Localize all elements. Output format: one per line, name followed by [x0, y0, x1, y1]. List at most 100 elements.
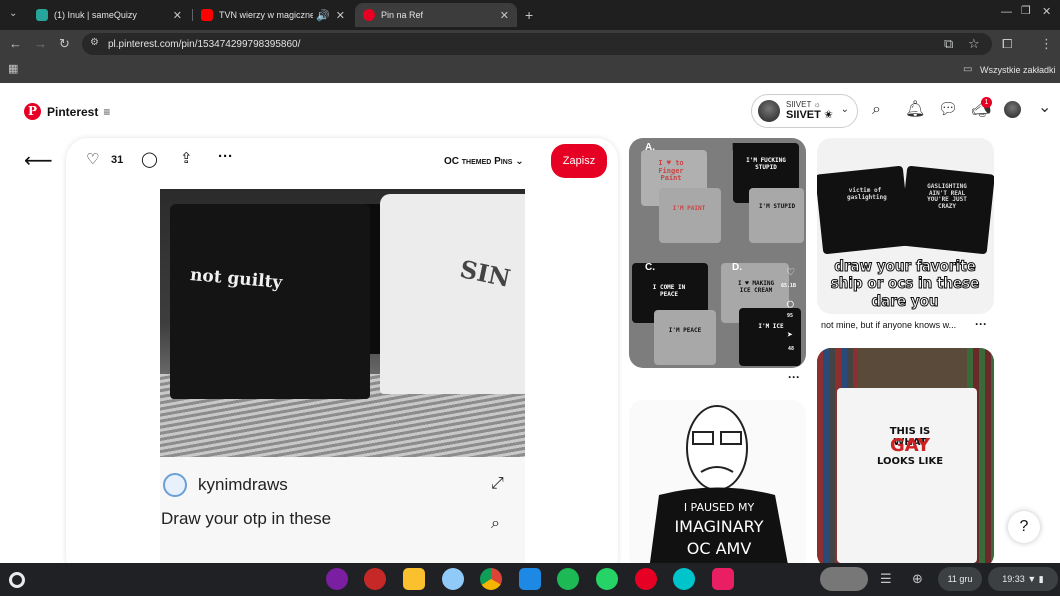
spotify-icon[interactable]	[557, 568, 579, 590]
tote-icon[interactable]: ☰	[880, 572, 892, 585]
tab-title: TVN wierzy w magiczne szt	[219, 10, 314, 20]
heart-icon[interactable]: ♡	[86, 152, 99, 167]
account-name: SIIVET ✬	[786, 109, 834, 122]
tab-title: Pin na Ref	[381, 10, 424, 20]
site-info-icon[interactable]: ⚙	[90, 38, 99, 48]
whatsapp-icon[interactable]	[596, 568, 618, 590]
holding-space-thumbnail[interactable]	[820, 567, 868, 591]
minimize-icon[interactable]: —	[1001, 7, 1012, 18]
files-icon[interactable]	[519, 568, 541, 590]
author-name: kynimdraws	[198, 475, 288, 494]
shirt-text: victim of gaslighting	[847, 187, 887, 201]
comment-icon[interactable]: ◯	[787, 297, 794, 310]
save-button[interactable]: Zapisz	[551, 144, 607, 178]
search-icon[interactable]: ⌕	[872, 102, 881, 118]
pinterest-app-icon[interactable]	[635, 568, 657, 590]
chrome-icon[interactable]	[480, 568, 502, 590]
comment-stat: 95	[787, 313, 794, 319]
author-avatar	[163, 473, 187, 497]
address-bar[interactable]: ⚙ pl.pinterest.com/pin/15347429979839586…	[82, 33, 992, 55]
browser-tab-2[interactable]: TVN wierzy w magiczne szt 🔊 ✕	[193, 3, 353, 27]
reload-icon[interactable]: ↻	[59, 37, 70, 50]
app-keep-icon[interactable]	[403, 568, 425, 590]
shirt-text: I COME IN PEACE	[652, 284, 686, 298]
app-picsart-icon[interactable]	[326, 568, 348, 590]
wifi-icon: ▼	[1027, 574, 1037, 584]
like-count: 31	[111, 154, 124, 166]
visual-search-icon[interactable]: ⌕	[491, 515, 500, 533]
related-pin-4[interactable]: THIS IS WHAT GAY LOOKS LIKE	[817, 348, 994, 563]
battery-icon: ▮	[1038, 574, 1044, 584]
status-tray[interactable]: 19:33 ▼ ▮	[988, 567, 1058, 591]
shirt-text: I ♥ to Finger Paint	[658, 159, 684, 183]
related-pin-2[interactable]: victim of gaslighting GASLIGHTING AIN'T …	[817, 138, 994, 314]
send-icon[interactable]: ➤	[787, 330, 793, 341]
shirt-text: IMAGINARY	[674, 517, 764, 536]
pinterest-page: P Pinterest ≡ SIIVET ☼ SIIVET ✬ ⌄ ⌕ 🔔︎ 💬…	[0, 83, 1060, 563]
overlay-text: draw your favorite ship or ocs in these …	[830, 257, 980, 310]
app-photos-icon[interactable]	[442, 568, 464, 590]
shirt-white	[380, 194, 525, 394]
more-options-icon[interactable]: ···	[218, 149, 233, 164]
related-pin-3[interactable]: I PAUSED MY IMAGINARY OC AMV	[629, 400, 806, 563]
youtube-favicon	[201, 9, 213, 21]
more-options-icon[interactable]: ···	[788, 370, 800, 384]
all-bookmarks-link[interactable]: Wszystkie zakładki	[980, 65, 1056, 75]
board-name: OC themed Pins	[444, 156, 513, 167]
add-circle-icon[interactable]: ⊕	[912, 572, 923, 585]
browser-tab-strip: ⌄ (1) Inuk | sameQuizy ✕ TVN wierzy w ma…	[0, 0, 1060, 30]
pin-image[interactable]: not guilty SIN	[160, 189, 525, 457]
speaker-icon[interactable]: 🔊	[316, 9, 330, 22]
close-tab-icon[interactable]: ✕	[336, 9, 345, 22]
option-letter: B.	[732, 142, 742, 153]
notification-badge: 1	[981, 97, 992, 108]
app-pink-icon[interactable]	[712, 568, 734, 590]
browser-toolbar: ← → ↻ ⚙ pl.pinterest.com/pin/15347429979…	[0, 30, 1060, 58]
expand-icon[interactable]: ⤢	[491, 475, 504, 493]
messages-icon[interactable]: 💬︎	[938, 102, 958, 118]
help-button[interactable]: ?	[1008, 511, 1040, 543]
new-tab-icon[interactable]: +	[525, 8, 533, 22]
shirt-text: I'M PEACE	[668, 327, 702, 334]
mini-shirt	[749, 188, 804, 243]
share-icon[interactable]: ⇪	[180, 151, 193, 166]
chevron-down-icon[interactable]: ⌄	[1038, 100, 1051, 116]
pin-author[interactable]: kynimdraws	[163, 473, 288, 497]
like-stat: 65.1B	[781, 283, 797, 289]
comment-icon[interactable]: ◯	[141, 152, 158, 167]
mini-shirt	[654, 310, 716, 365]
heart-icon[interactable]: ♡	[787, 265, 794, 279]
forward-icon[interactable]: →	[34, 37, 47, 50]
more-options-icon[interactable]: ···	[975, 317, 987, 331]
hamburger-menu-icon[interactable]: ≡	[103, 105, 110, 119]
mini-shirt	[837, 388, 977, 563]
browser-tab-1[interactable]: (1) Inuk | sameQuizy ✕	[28, 3, 190, 27]
pinterest-logo[interactable]: P Pinterest ≡	[24, 103, 110, 120]
url-text: pl.pinterest.com/pin/153474299798395860/	[108, 38, 301, 50]
pinterest-p-icon: P	[24, 103, 41, 120]
restore-icon[interactable]: ❐	[1021, 6, 1031, 17]
close-tab-icon[interactable]: ✕	[500, 9, 509, 22]
tab-search-icon[interactable]: ⌄	[9, 9, 17, 19]
canva-icon[interactable]	[673, 568, 695, 590]
logo-text: Pinterest	[47, 104, 99, 119]
close-window-icon[interactable]: ✕	[1042, 7, 1051, 18]
extensions-icon[interactable]: ⧠	[1002, 37, 1012, 50]
cast-icon[interactable]: ⧉	[944, 37, 953, 50]
app-game-icon[interactable]	[364, 568, 386, 590]
related-pin-1[interactable]: A. B. C. D. I ♥ to Finger Paint I'M FUCK…	[629, 138, 806, 368]
apps-grid-icon[interactable]: ▦	[8, 64, 18, 75]
pin-description: not mine, but if anyone knows w...	[821, 320, 957, 330]
close-tab-icon[interactable]: ✕	[173, 9, 182, 22]
bookmark-star-icon[interactable]: ☆	[968, 37, 980, 50]
back-icon[interactable]: ←	[9, 37, 22, 50]
menu-kebab-icon[interactable]: ⋮	[1040, 37, 1053, 50]
back-arrow-icon[interactable]: ⟵	[24, 148, 53, 173]
account-switcher[interactable]: SIIVET ☼ SIIVET ✬ ⌄	[751, 94, 858, 128]
date-pill[interactable]: 11 gru	[938, 567, 982, 591]
bell-icon[interactable]: 🔔︎	[905, 102, 925, 118]
profile-avatar[interactable]	[1004, 101, 1021, 118]
browser-tab-3[interactable]: Pin na Ref ✕	[355, 3, 517, 27]
launcher-icon[interactable]	[9, 572, 25, 588]
board-selector[interactable]: OC themed Pins ⌄	[444, 156, 524, 167]
